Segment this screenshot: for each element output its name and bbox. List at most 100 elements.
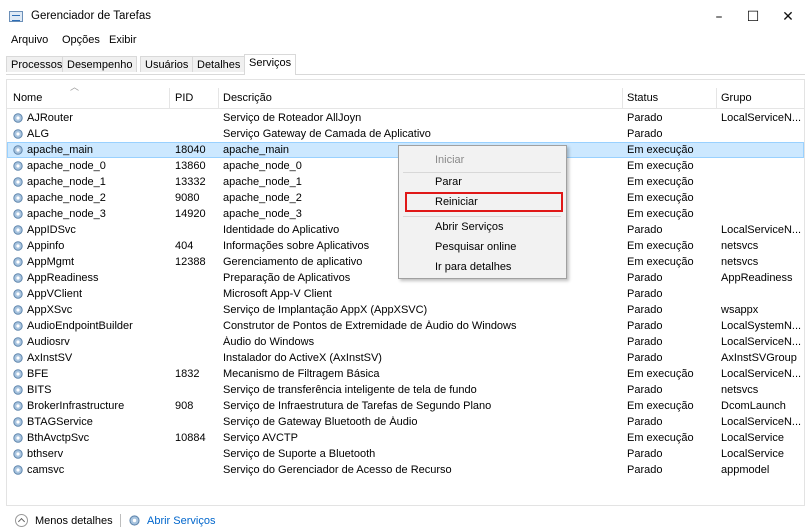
service-status: Em execução <box>627 400 694 412</box>
service-status: Parado <box>627 112 663 124</box>
service-description: Serviço Gateway de Camada de Aplicativo <box>223 128 431 140</box>
service-name: apache_main <box>27 144 94 156</box>
service-description: Serviço de Gateway Bluetooth de Áudio <box>223 416 418 428</box>
service-name: AppXSvc <box>27 304 73 316</box>
service-name: camsvc <box>27 464 65 476</box>
service-description: Serviço de Infraestrutura de Tarefas de … <box>223 400 492 412</box>
service-group: LocalSystemN... <box>721 320 801 332</box>
ctx-abrir-servicos[interactable]: Abrir Serviços <box>435 221 503 233</box>
service-name: BTAGService <box>27 416 93 428</box>
ctx-iniciar[interactable]: Iniciar <box>435 154 464 166</box>
table-row[interactable]: camsvc Serviço do Gerenciador de Acesso d… <box>7 462 804 478</box>
service-status: Parado <box>627 336 663 348</box>
service-gear-icon <box>13 305 23 315</box>
ctx-parar[interactable]: Parar <box>435 176 462 188</box>
service-pid: 14920 <box>175 208 206 220</box>
service-name: AudioEndpointBuilder <box>27 320 133 332</box>
service-group: LocalServiceN... <box>721 224 801 236</box>
ctx-reiniciar-highlight <box>405 192 563 212</box>
ctx-pesquisar-online[interactable]: Pesquisar online <box>435 241 516 253</box>
service-description: Instalador do ActiveX (AxInstSV) <box>223 352 382 364</box>
service-pid: 18040 <box>175 144 206 156</box>
column-grupo[interactable]: Grupo <box>721 92 752 104</box>
table-row[interactable]: AppXSvc Serviço de Implantação AppX (AppX… <box>7 302 804 318</box>
service-gear-icon <box>13 177 23 187</box>
service-gear-icon <box>13 289 23 299</box>
minimize-button[interactable]: – <box>704 6 734 28</box>
table-row[interactable]: BITS Serviço de transferência inteligente… <box>7 382 804 398</box>
service-description: Mecanismo de Filtragem Básica <box>223 368 380 380</box>
service-group: netsvcs <box>721 240 759 252</box>
table-row[interactable]: Audiosrv Áudio do Windows Parado LocalServi… <box>7 334 804 350</box>
table-row[interactable]: AudioEndpointBuilder Construtor de Pontos… <box>7 318 804 334</box>
service-group: AppReadiness <box>721 272 793 284</box>
service-group: LocalService <box>721 432 784 444</box>
service-description: Áudio do Windows <box>223 336 315 348</box>
service-pid: 404 <box>175 240 194 252</box>
open-services-link[interactable]: Abrir Serviços <box>147 515 215 527</box>
service-description: Construtor de Pontos de Extremidade de Á… <box>223 320 517 332</box>
table-row[interactable]: BrokerInfrastructure 908 Serviço de Infrae… <box>7 398 804 414</box>
service-gear-icon <box>13 337 23 347</box>
title-bar: Gerenciador de Tarefas – ☐ ✕ <box>0 0 811 30</box>
service-gear-icon <box>13 113 23 123</box>
service-gear-icon <box>13 273 23 283</box>
table-header: Nome PID Descrição Status Grupo <box>7 88 804 109</box>
service-group: wsappx <box>721 304 759 316</box>
footer: Menos detalhes Abrir Serviços <box>0 511 811 531</box>
column-descricao[interactable]: Descrição <box>223 92 272 104</box>
tab-processos[interactable]: Processos <box>6 56 68 72</box>
service-status: Parado <box>627 464 663 476</box>
service-group: LocalService <box>721 448 784 460</box>
service-name: AppMgmt <box>27 256 75 268</box>
table-row[interactable]: AJRouter Serviço de Roteador AllJoyn Parad… <box>7 110 804 126</box>
menu-arquivo[interactable]: Arquivo <box>11 34 48 46</box>
tab-detalhes[interactable]: Detalhes <box>192 56 246 72</box>
service-status: Parado <box>627 416 663 428</box>
task-manager-icon <box>9 11 23 22</box>
service-gear-icon <box>13 241 23 251</box>
service-group: LocalServiceN... <box>721 416 801 428</box>
service-name: AppReadiness <box>27 272 99 284</box>
service-gear-icon <box>13 353 23 363</box>
table-row[interactable]: AxInstSV Instalador do ActiveX (AxInstSV)… <box>7 350 804 366</box>
tab-usuarios[interactable]: Usuários <box>140 56 194 72</box>
service-gear-icon <box>13 225 23 235</box>
ctx-ir-para-detalhes[interactable]: Ir para detalhes <box>435 261 511 273</box>
service-status: Em execução <box>627 144 694 156</box>
table-row[interactable]: AppVClient Microsoft App-V Client Parado <box>7 286 804 302</box>
less-details-link[interactable]: Menos detalhes <box>35 515 113 527</box>
service-gear-icon <box>13 465 23 475</box>
service-description: Serviço AVCTP <box>223 432 298 444</box>
collapse-icon[interactable] <box>15 514 28 527</box>
service-gear-icon <box>13 401 23 411</box>
service-status: Parado <box>627 272 663 284</box>
maximize-button[interactable]: ☐ <box>738 6 768 28</box>
close-button[interactable]: ✕ <box>773 6 803 28</box>
service-gear-icon <box>13 449 23 459</box>
service-name: AppIDSvc <box>27 224 76 236</box>
service-status: Em execução <box>627 176 694 188</box>
column-nome[interactable]: Nome <box>13 92 42 104</box>
menu-exibir[interactable]: Exibir <box>109 34 137 46</box>
service-group: DcomLaunch <box>721 400 786 412</box>
table-row[interactable]: bthserv Serviço de Suporte a Bluetooth Par… <box>7 446 804 462</box>
service-pid: 1832 <box>175 368 200 380</box>
column-status[interactable]: Status <box>627 92 658 104</box>
service-group: netsvcs <box>721 384 759 396</box>
tab-desempenho[interactable]: Desempenho <box>62 56 138 72</box>
service-gear-icon <box>13 145 23 155</box>
table-row[interactable]: BFE 1832 Mecanismo de Filtragem Básica Em e… <box>7 366 804 382</box>
service-group: LocalServiceN... <box>721 368 801 380</box>
column-pid[interactable]: PID <box>175 92 193 104</box>
menu-opcoes[interactable]: Opções <box>62 34 100 46</box>
ctx-separator <box>403 216 561 217</box>
tab-servicos[interactable]: Serviços <box>244 54 297 75</box>
table-row[interactable]: BthAvctpSvc 10884 Serviço AVCTP Em execução… <box>7 430 804 446</box>
table-row[interactable]: ALG Serviço Gateway de Camada de Aplicati… <box>7 126 804 142</box>
service-pid: 13860 <box>175 160 206 172</box>
table-row[interactable]: BTAGService Serviço de Gateway Bluetooth … <box>7 414 804 430</box>
service-name: apache_node_2 <box>27 192 106 204</box>
service-name: BITS <box>27 384 52 396</box>
service-description: Serviço de Suporte a Bluetooth <box>223 448 376 460</box>
